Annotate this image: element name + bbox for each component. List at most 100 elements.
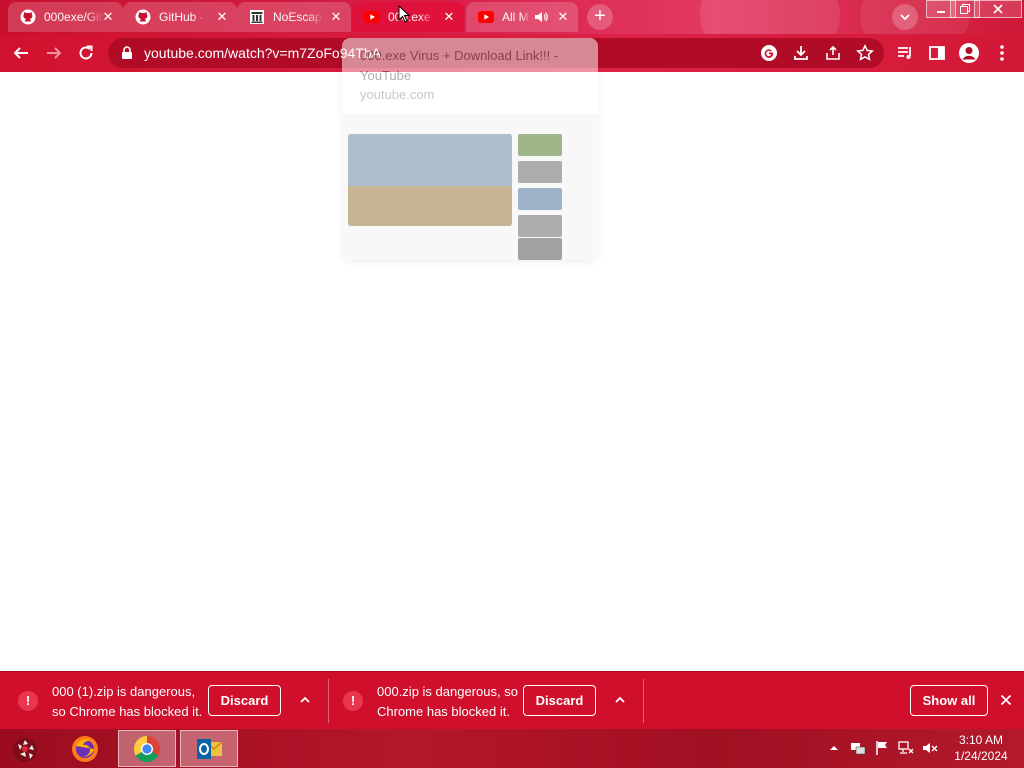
google-lens-icon[interactable] [760, 44, 778, 62]
close-icon[interactable]: ✕ [101, 10, 115, 24]
side-panel-icon [929, 46, 945, 60]
related-video-thumbnail [518, 215, 562, 237]
tab-title: All Mr Krabs [502, 10, 530, 24]
close-icon[interactable]: ✕ [556, 10, 570, 24]
new-tab-button[interactable]: + [587, 4, 613, 30]
tray-network-drive[interactable] [850, 740, 866, 756]
tab-all-mr-krabs[interactable]: All Mr Krabs ✕ [466, 2, 578, 32]
theme-decoration [700, 0, 840, 34]
arrow-right-icon [47, 47, 62, 59]
bookmark-star-icon[interactable] [856, 44, 874, 62]
menu-button[interactable] [991, 42, 1013, 64]
volume-muted-icon [923, 743, 938, 753]
kebab-menu-icon [1000, 45, 1004, 61]
taskbar-chrome[interactable] [118, 730, 176, 767]
taskbar-firefox[interactable] [56, 730, 114, 767]
show-all-button[interactable]: Show all [910, 685, 988, 716]
mouse-cursor-icon [398, 5, 410, 23]
download-item: ! 000.zip is dangerous, so Chrome has bl… [329, 672, 643, 730]
tab-title: NoEscape.exe [273, 10, 323, 24]
chrome-icon [133, 735, 161, 762]
hover-card-title: 000.exe Virus + Download Link!!! - YouTu… [360, 48, 559, 83]
tab-github-noescape[interactable]: GitHub - NoEscape ✕ [123, 2, 237, 32]
avatar-icon [959, 43, 979, 63]
tab-000exe-github[interactable]: 000exe/GitHub ✕ [8, 2, 123, 32]
hover-card-domain: youtube.com [360, 87, 435, 102]
triangle-up-icon [830, 746, 838, 750]
download-icon[interactable] [792, 44, 810, 62]
tray-network[interactable] [898, 740, 914, 756]
tab-noescape[interactable]: NoEscape.exe ✕ [237, 2, 351, 32]
tray-action-center[interactable] [874, 740, 890, 756]
clock-time: 3:10 AM [958, 733, 1004, 747]
firefox-icon [72, 735, 98, 762]
download-options-button[interactable] [297, 692, 313, 708]
lock-icon[interactable] [120, 46, 134, 60]
close-icon [1000, 694, 1012, 706]
close-icon[interactable]: ✕ [215, 10, 229, 24]
youtube-icon [478, 9, 494, 25]
download-warning-text: 000 (1).zip is dangerous, so Chrome has … [52, 682, 212, 722]
download-options-button[interactable] [612, 692, 628, 708]
flag-icon [876, 741, 887, 755]
discard-button[interactable]: Discard [523, 685, 596, 716]
video-thumbnail [348, 134, 512, 226]
profile-button[interactable] [958, 42, 980, 64]
download-warning-line: 000.zip is dangerous, so [377, 684, 518, 699]
queue-music-icon [898, 47, 911, 59]
download-item: ! 000 (1).zip is dangerous, so Chrome ha… [0, 672, 328, 730]
speaker-icon[interactable] [534, 10, 548, 24]
tab-title: 000exe/GitHub [44, 10, 104, 24]
forward-button[interactable] [43, 42, 65, 64]
restore-icon [960, 4, 970, 14]
museum-icon [249, 9, 265, 25]
close-window-button[interactable] [974, 0, 1022, 18]
start-button[interactable] [0, 730, 50, 767]
share-icon[interactable] [824, 44, 842, 62]
warning-icon: ! [343, 691, 363, 711]
download-warning-line: so Chrome has blocked it. [52, 704, 203, 719]
tab-title: 000.exe Virus + Download Link!!! - YouTu… [388, 10, 434, 24]
tab-search-button[interactable] [892, 4, 918, 30]
download-warning-text: 000.zip is dangerous, so Chrome has bloc… [377, 682, 537, 722]
related-video-thumbnail [518, 188, 562, 210]
side-panel-button[interactable] [926, 42, 948, 64]
tab-hover-card: 000.exe Virus + Download Link!!! - YouTu… [342, 38, 598, 260]
outlook-icon [197, 738, 223, 759]
tray-volume[interactable] [922, 740, 938, 756]
clock-date: 1/24/2024 [954, 749, 1008, 763]
close-shelf-button[interactable] [998, 692, 1014, 708]
divider [643, 679, 644, 723]
chevron-up-icon [300, 696, 310, 703]
close-icon [993, 4, 1003, 14]
related-video-thumbnail [518, 238, 562, 260]
discard-button[interactable]: Discard [208, 685, 281, 716]
tab-preview-thumbnail [342, 114, 598, 260]
minimize-icon [937, 11, 945, 13]
taskbar-clock[interactable]: 3:10 AM 1/24/2024 [946, 732, 1016, 764]
tab-strip: 000exe/GitHub ✕ GitHub - NoEscape ✕ NoEs… [0, 0, 1024, 34]
warning-icon: ! [18, 691, 38, 711]
network-icon [898, 741, 914, 754]
close-icon[interactable]: ✕ [442, 10, 456, 24]
close-icon[interactable]: ✕ [329, 10, 343, 24]
show-hidden-icons-button[interactable] [826, 740, 842, 756]
github-icon [135, 9, 151, 25]
reload-button[interactable] [75, 42, 97, 64]
start-orb-icon [13, 737, 37, 762]
reload-icon [79, 45, 93, 60]
network-drive-icon [851, 743, 866, 755]
taskbar-outlook[interactable] [180, 730, 238, 767]
taskbar: 3:10 AM 1/24/2024 [0, 729, 1024, 768]
reading-list-button[interactable] [894, 42, 916, 64]
download-shelf: ! 000 (1).zip is dangerous, so Chrome ha… [0, 671, 1024, 729]
chevron-down-icon [900, 14, 910, 21]
github-icon [20, 9, 36, 25]
arrow-left-icon [13, 47, 28, 59]
download-warning-line: Chrome has blocked it. [377, 704, 510, 719]
chevron-up-icon [615, 696, 625, 703]
tab-title: GitHub - NoEscape [159, 10, 207, 24]
back-button[interactable] [10, 42, 32, 64]
related-video-thumbnail [518, 134, 562, 156]
download-warning-line: 000 (1).zip is dangerous, [52, 684, 196, 699]
